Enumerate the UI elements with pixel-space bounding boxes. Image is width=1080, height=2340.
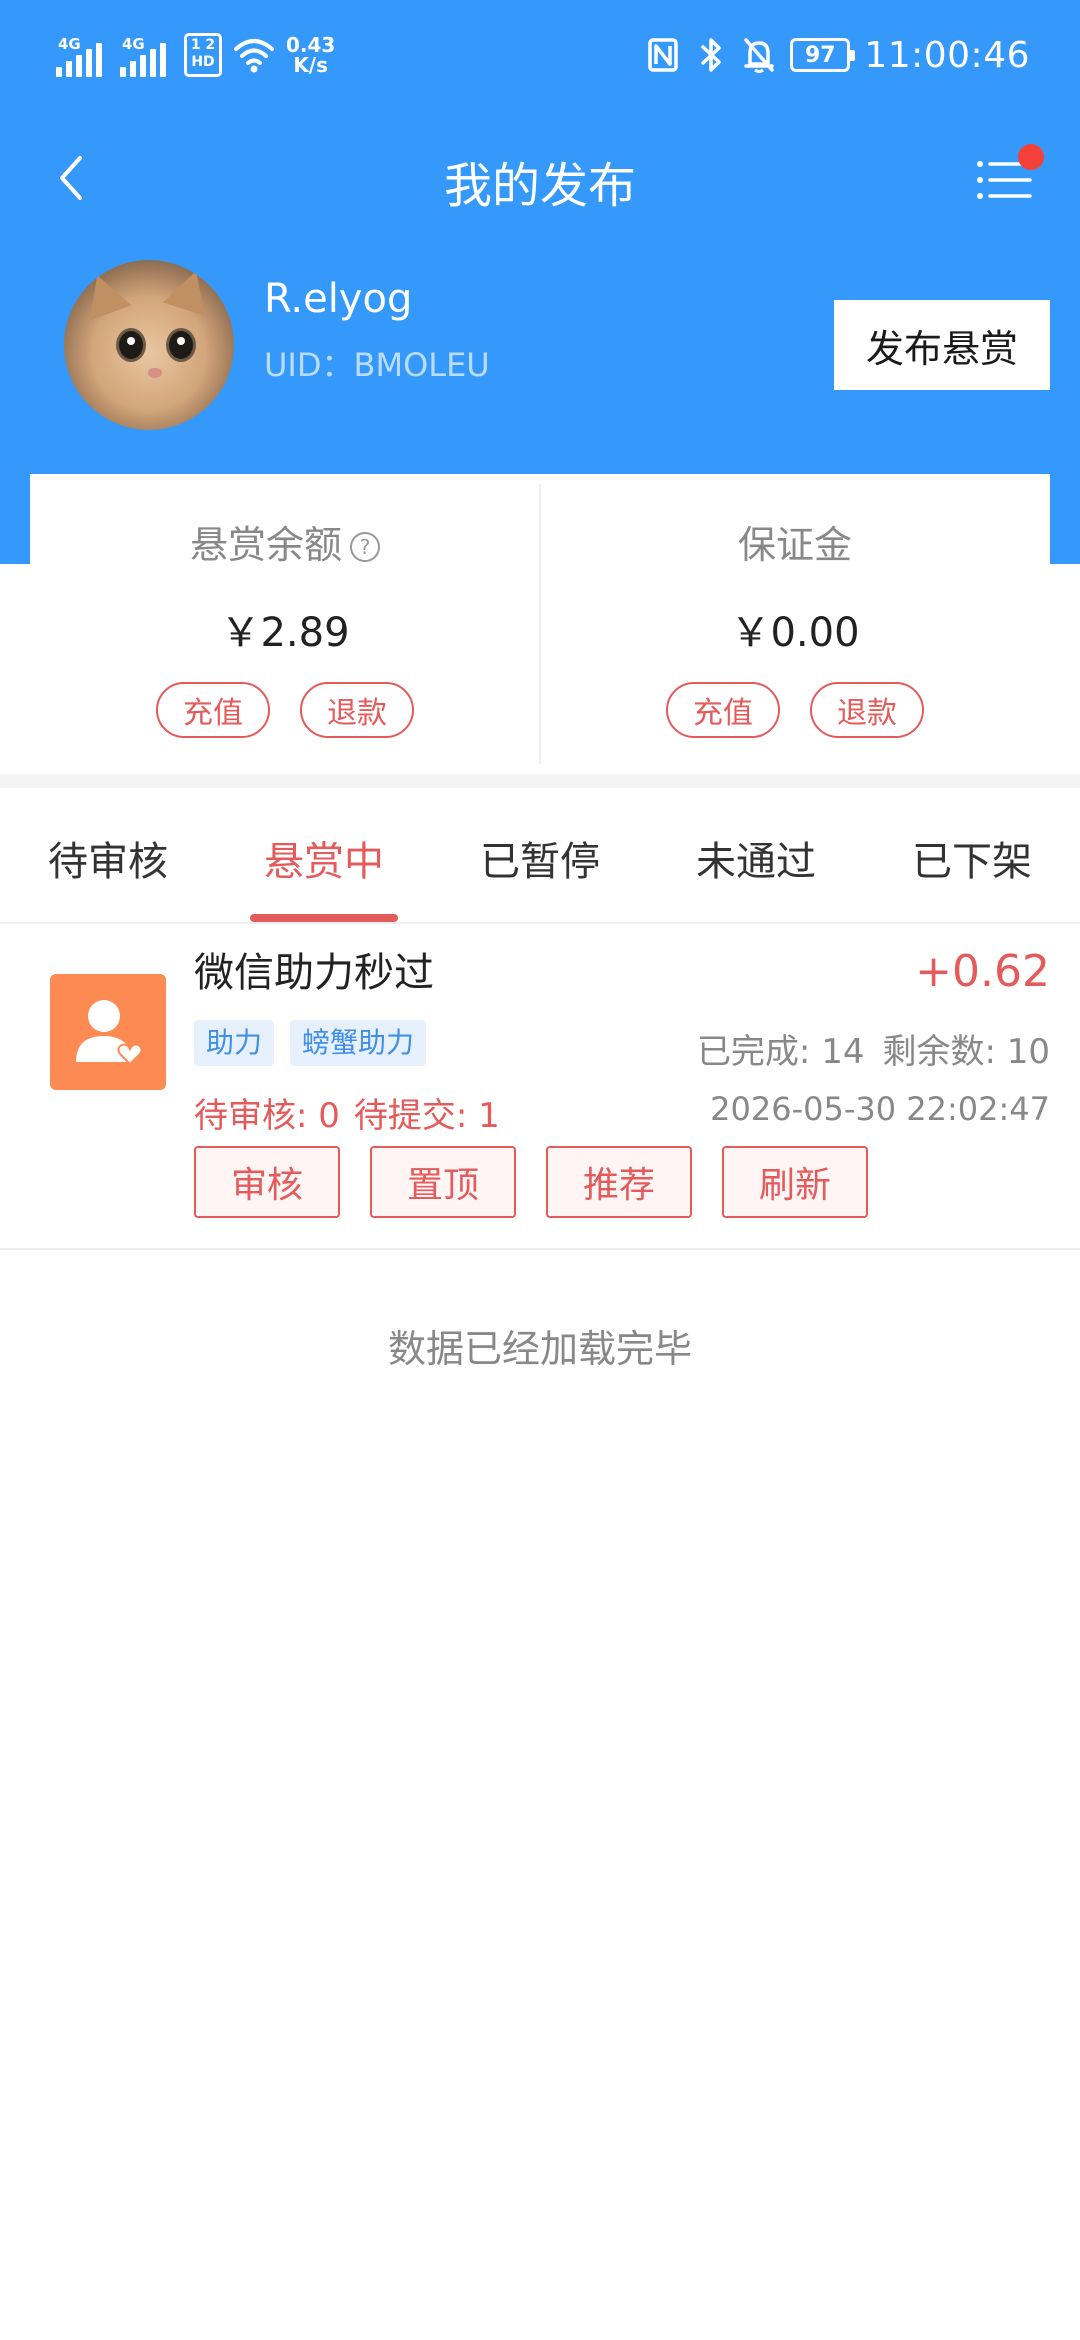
reward-balance-label-row: 悬赏余额? (30, 514, 540, 569)
deposit-recharge-button[interactable]: 充值 (666, 682, 780, 738)
pin-top-button[interactable]: 置顶 (370, 1146, 516, 1218)
tab-in-progress[interactable]: 悬赏中 (216, 788, 432, 924)
help-icon[interactable]: ? (350, 532, 380, 562)
task-pending: 待审核: 0 待提交: 1 (194, 1088, 500, 1137)
deposit-section: 保证金 ￥0.00 充值 退款 (540, 474, 1050, 774)
tab-paused[interactable]: 已暂停 (432, 788, 648, 924)
deposit-label: 保证金 (737, 523, 852, 567)
active-tab-indicator (250, 914, 398, 922)
deposit-refund-button[interactable]: 退款 (810, 682, 924, 738)
hd-icon: 1 2 HD (184, 33, 222, 77)
task-tag: 螃蟹助力 (290, 1020, 427, 1066)
page: 4G 4G 1 2 HD 0.43 K/s 97 11:00:46 我的发布 R… (0, 0, 1080, 2340)
bluetooth-icon (701, 38, 722, 72)
username: R.elyog (264, 276, 413, 322)
pending-submit-count: 待提交: 1 (353, 1096, 500, 1136)
status-bar: 4G 4G 1 2 HD 0.43 K/s 97 11:00:46 (0, 0, 1080, 110)
pending-review-count: 待审核: 0 (194, 1096, 340, 1136)
tab-rejected[interactable]: 未通过 (648, 788, 864, 924)
avatar[interactable] (64, 260, 234, 430)
task-title: 微信助力秒过 (194, 950, 434, 996)
reward-balance-label: 悬赏余额 (189, 523, 342, 567)
refresh-button[interactable]: 刷新 (722, 1146, 868, 1218)
recommend-button[interactable]: 推荐 (546, 1146, 692, 1218)
reward-actions: 充值 退款 (30, 682, 540, 738)
publish-reward-button[interactable]: 发布悬赏 (834, 300, 1050, 390)
task-actions: 审核 置顶 推荐 刷新 (194, 1146, 868, 1218)
signal-icon: 4G (56, 33, 110, 77)
hd-badge-bottom: HD (191, 54, 215, 70)
network-speed: 0.43 K/s (286, 35, 335, 75)
task-item[interactable]: 微信助力秒过 +0.62 助力 螃蟹助力 已完成: 14 剩余数: 10 待审核:… (0, 926, 1080, 1250)
balance-card: 悬赏余额? ￥2.89 充值 退款 保证金 ￥0.00 充值 退款 (30, 474, 1050, 774)
user-heart-icon (76, 1000, 143, 1066)
status-right: 97 11:00:46 (646, 30, 1030, 80)
remaining-count: 剩余数: 10 (882, 1032, 1050, 1072)
silent-bell-icon (744, 38, 775, 73)
wifi-icon (234, 39, 274, 73)
speed-value: 0.43 (286, 33, 336, 57)
task-progress: 已完成: 14 剩余数: 10 (697, 1024, 1050, 1073)
tab-removed[interactable]: 已下架 (864, 788, 1080, 924)
tab-pending-review[interactable]: 待审核 (0, 788, 216, 924)
task-tags: 助力 螃蟹助力 (194, 1020, 427, 1066)
nav-bar: 我的发布 (0, 130, 1080, 226)
section-gap (0, 774, 1080, 788)
hd-badge-top: 1 2 (190, 37, 216, 53)
signal-icon: 4G (120, 33, 174, 77)
notification-dot (1018, 144, 1044, 170)
reward-recharge-button[interactable]: 充值 (156, 682, 270, 738)
deposit-value: ￥0.00 (730, 610, 860, 656)
page-title: 我的发布 (443, 158, 636, 214)
speed-unit: K/s (293, 53, 329, 77)
task-amount: +0.62 (915, 946, 1050, 997)
task-timestamp: 2026-05-30 22:02:47 (710, 1090, 1050, 1128)
review-button[interactable]: 审核 (194, 1146, 340, 1218)
list-end-text: 数据已经加载完毕 (387, 1327, 692, 1371)
deposit-actions: 充值 退款 (540, 682, 1050, 738)
battery-level: 97 (805, 42, 836, 68)
status-left: 4G 4G 1 2 HD 0.43 K/s (56, 30, 335, 80)
completed-count: 已完成: 14 (696, 1032, 865, 1072)
status-time: 11:00:46 (864, 34, 1030, 76)
user-id: UID：BMOLEU (264, 346, 490, 384)
battery-icon: 97 (790, 38, 856, 72)
menu-button[interactable] (972, 144, 1044, 210)
reward-balance-section: 悬赏余额? ￥2.89 充值 退款 (30, 474, 540, 774)
task-icon-container (50, 974, 166, 1090)
status-tabs: 待审核 悬赏中 已暂停 未通过 已下架 (0, 788, 1080, 924)
nfc-icon (648, 38, 679, 72)
reward-refund-button[interactable]: 退款 (300, 682, 414, 738)
reward-balance-value: ￥2.89 (220, 610, 350, 656)
task-tag: 助力 (194, 1020, 275, 1066)
